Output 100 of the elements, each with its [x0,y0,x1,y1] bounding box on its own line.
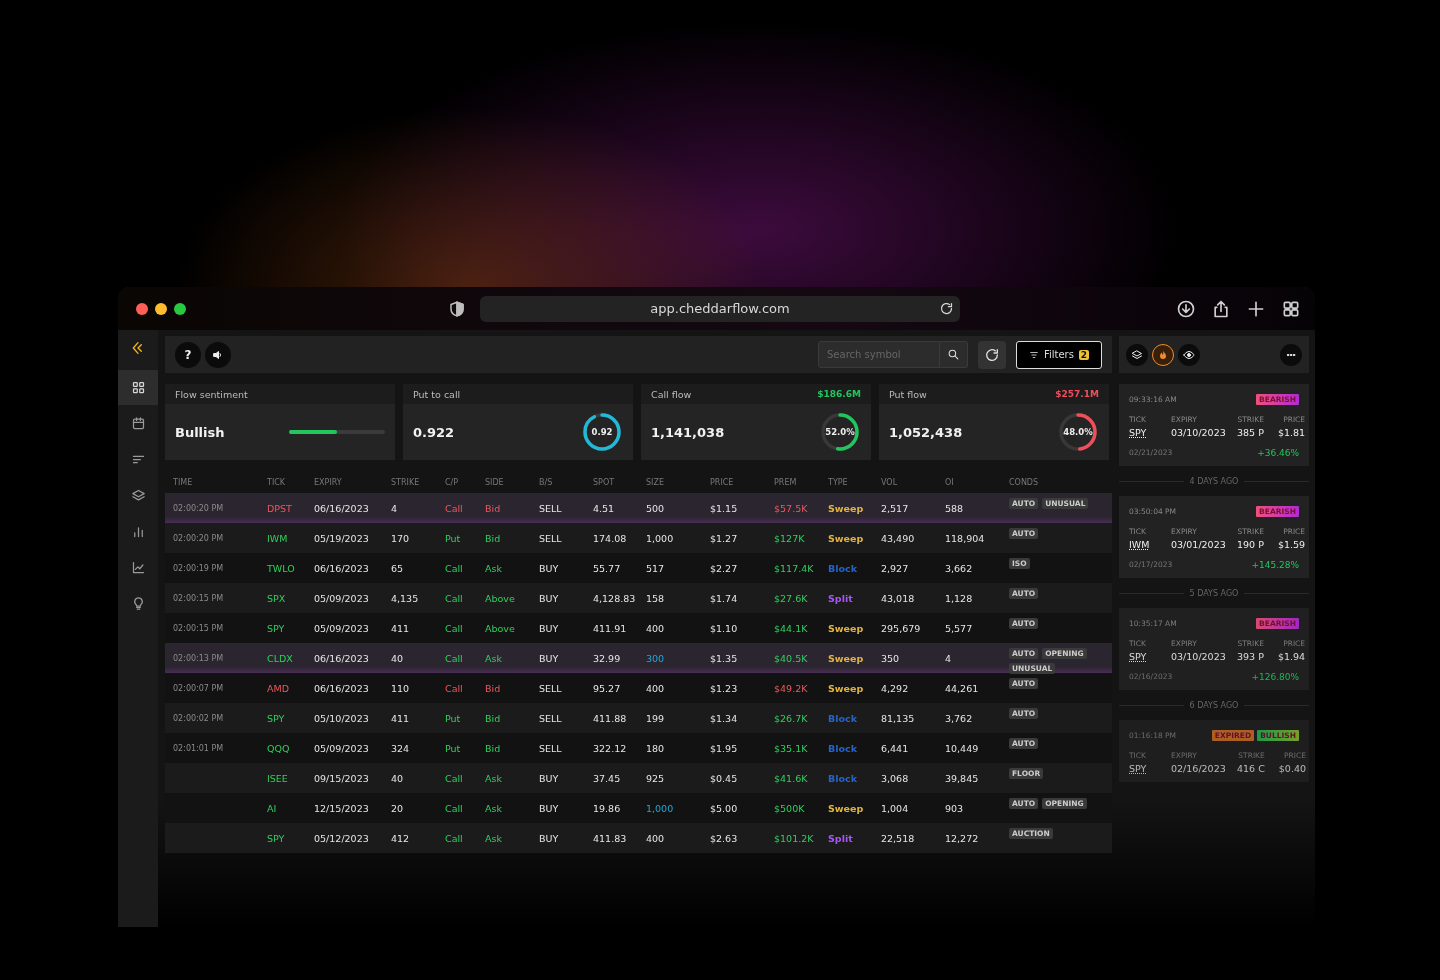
toolbar-button[interactable] [1126,343,1148,366]
table-cell-text: $35.1K [774,742,809,754]
search-button[interactable] [940,341,968,368]
table-cell-text: 1,000 [646,802,675,814]
table-cell-text: 19.86 [593,802,622,814]
table-cell-text: 517 [646,562,666,574]
table-cell-text: 05/10/2023 [314,712,370,724]
table-cell-text: 411 [391,622,411,634]
toolbar-button[interactable] [1152,343,1174,366]
table-cell-text: 4,292 [881,682,910,694]
table-cell-text: 180 [646,742,666,754]
table-cell-text: $40.5K [774,653,809,664]
filters-button[interactable]: Filters 2 [1016,340,1102,369]
table-cell-text: 32.99 [593,653,622,664]
table-cell-text: 4,128.83 [593,592,637,604]
table-cell-text: 400 [646,682,666,694]
table-cell-text: TWLO [267,562,296,574]
table-cell-text: 925 [646,772,666,784]
table-cell-text: 55.77 [593,562,622,574]
stat-value: 1,141,038 [651,424,725,440]
table-cell-text: 110 [391,682,411,694]
table-cell-text: DPST [267,502,293,514]
sound-button[interactable] [205,341,231,368]
column-header: SIZE [646,477,665,487]
table-cell-text: 411.83 [593,832,628,844]
stat-title: Put to call [413,388,461,400]
shield-icon[interactable] [448,299,466,318]
gauge-label: 0.92 [590,426,614,439]
calendar-icon[interactable] [130,416,146,431]
table-cell-text: 06/16/2023 [314,502,370,514]
table-cell-text: Sweep [828,653,865,664]
table-cell-text: 4 [945,653,953,664]
table-cell-text: 02:00:15 PM [173,623,225,633]
table-cell-text: 411.91 [593,622,628,634]
help-button[interactable]: ? [175,341,201,368]
price-change: +126.80% [1251,672,1299,682]
toolbar-button[interactable] [1178,343,1200,366]
table-cell-text: 20 [391,802,405,814]
table-cell-text: $49.2K [774,682,809,694]
table-cell-text: SELL [539,712,563,724]
table-cell-text: $2.27 [710,562,739,574]
address-bar[interactable]: app.cheddarflow.com [480,295,960,322]
table-cell-text: BUY [539,622,560,634]
table-cell-text: $41.6K [774,772,809,784]
field-value: $1.81 [1277,427,1306,438]
table-cell-text: 12/15/2023 [314,802,370,814]
field-value: $1.94 [1277,651,1306,662]
column-header: STRIKE [391,477,421,487]
table-cell-text: 02:00:15 PM [173,593,225,603]
price-change: +145.28% [1251,560,1299,570]
table-cell-text: $44.1K [774,622,809,634]
table-cell-text: 05/09/2023 [314,742,370,754]
grid-icon[interactable] [130,380,146,395]
stat-value: 1,052,438 [889,424,963,440]
table-cell-text: Split [828,592,854,604]
download-icon[interactable] [1176,298,1196,319]
flame-icon [1157,348,1169,361]
layers-icon[interactable] [130,488,146,503]
table-cell-text: SPX [267,592,287,604]
table-cell-text: 324 [391,742,411,754]
stat-value: Bullish [175,424,225,440]
table-cell-text: Block [828,712,858,724]
gauge-label: 48.0% [1062,426,1094,439]
table-cell-text: 400 [646,832,666,844]
table-cell-text: 40 [391,653,405,664]
table-cell-text: 322.12 [593,742,628,754]
close-button[interactable] [136,302,148,315]
table-cell-text: 300 [646,653,666,664]
table-cell-text: AMD [267,682,290,694]
table-cell-text: ISEE [267,772,289,784]
table-cell-text: 1,128 [945,592,974,604]
table-cell-text: Call [445,502,464,514]
share-icon[interactable] [1211,298,1231,319]
table-cell-text: Block [828,742,858,754]
table-cell-text: 02:00:13 PM [173,654,225,663]
table-cell-text: IWM [267,532,289,544]
minimize-button[interactable] [155,302,167,315]
table-cell-text: SELL [539,502,563,514]
reload-icon[interactable] [939,300,954,316]
table-cell-text: 02:00:19 PM [173,563,225,573]
column-header: B/S [539,477,554,487]
column-header: PREM [774,477,798,487]
table-cell-text: 37.45 [593,772,622,784]
table-cell-text: 903 [945,802,965,814]
column-header: EXPIRY [314,477,343,487]
field-value: 190 P [1237,539,1265,550]
zoom-button[interactable] [174,302,186,315]
table-cell-text: $2.63 [710,832,739,844]
table-cell-text: Ask [485,562,503,574]
table-cell-text: 500 [646,502,666,514]
table-cell-text: QQQ [267,742,291,754]
field-value: 03/10/2023 [1171,651,1227,662]
table-cell-text: 170 [391,532,411,544]
table-cell-text: 4,135 [391,592,420,604]
table-cell-text: BUY [539,653,560,664]
refresh-button[interactable] [978,340,1006,369]
table-cell-text: $1.35 [710,653,739,664]
line-chart-icon[interactable] [130,560,146,575]
table-cell-text: $26.7K [774,712,809,724]
more-button[interactable] [1280,343,1302,366]
